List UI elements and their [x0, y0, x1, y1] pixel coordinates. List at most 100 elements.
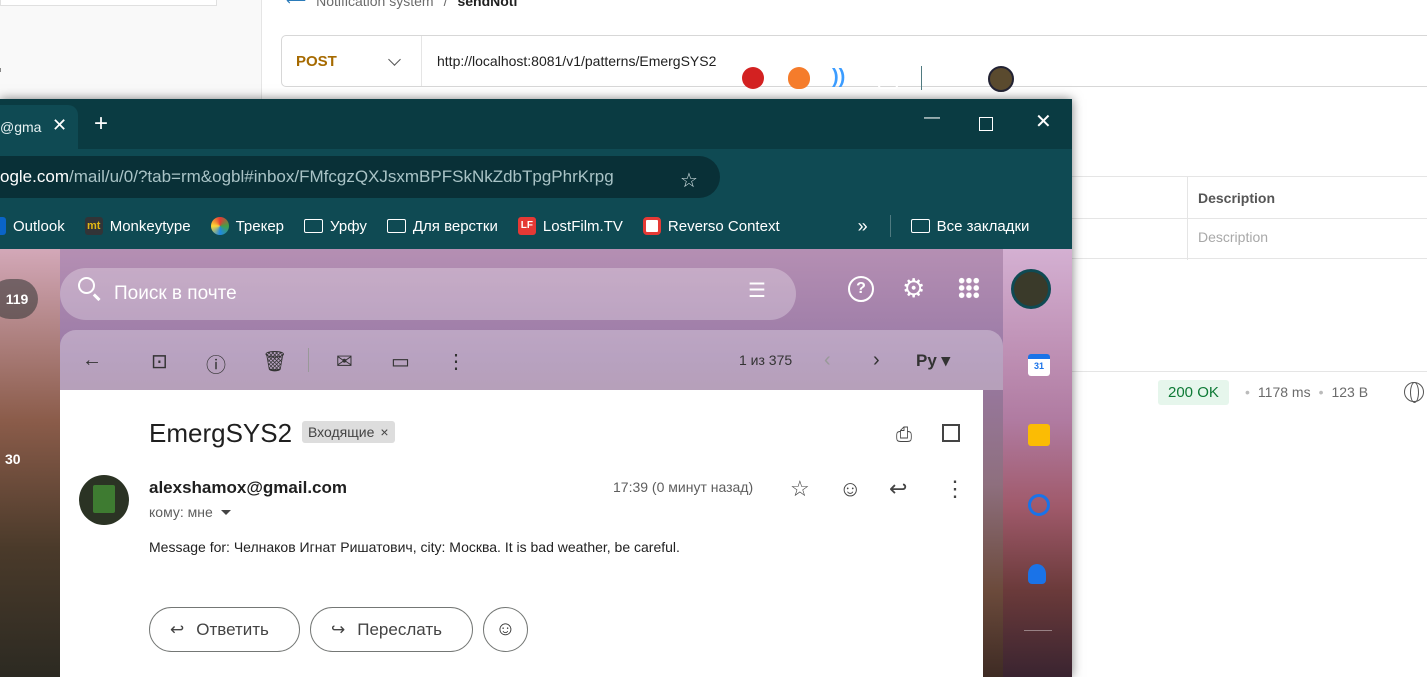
- count-label[interactable]: 30: [5, 451, 21, 467]
- bookmark-layout[interactable]: Для верстки: [386, 218, 498, 235]
- side-panel-divider: [1024, 630, 1052, 631]
- bookmark-urfu[interactable]: Урфу: [304, 218, 367, 235]
- contacts-icon[interactable]: [1028, 564, 1046, 584]
- account-avatar[interactable]: [1011, 269, 1051, 309]
- maximize-button[interactable]: [979, 117, 993, 131]
- forward-button[interactable]: ↪ Переслать: [310, 607, 473, 652]
- bookmark-lostfilm[interactable]: LF LostFilm.TV: [517, 217, 623, 235]
- bookmark-label: Monkeytype: [109, 217, 191, 235]
- recipient-text: кому: мне: [149, 504, 213, 520]
- tracker-icon: [210, 217, 229, 235]
- bookmark-label: Outlook: [13, 217, 65, 235]
- adblock-extension-icon[interactable]: [742, 67, 764, 89]
- lostfilm-icon: LF: [517, 217, 536, 235]
- bookmark-star-icon[interactable]: ☆: [680, 168, 698, 193]
- reverso-icon: [642, 217, 661, 235]
- sender-avatar[interactable]: [79, 475, 129, 525]
- tab-close-icon[interactable]: ✕: [52, 115, 67, 136]
- chevron-down-icon: [388, 52, 401, 66]
- gear-icon[interactable]: ⚙: [902, 273, 925, 304]
- bookmarks-overflow-icon[interactable]: »: [858, 216, 868, 237]
- url-input[interactable]: http://localhost:8081/v1/patterns/EmergS…: [422, 53, 716, 69]
- address-bar[interactable]: ogle.com/mail/u/0/?tab=rm&ogbl#inbox/FMf…: [0, 156, 720, 198]
- calendar-icon[interactable]: 31: [1028, 354, 1050, 376]
- method-select[interactable]: POST: [282, 36, 422, 86]
- caret-down-icon[interactable]: [220, 509, 231, 515]
- folder-icon: [386, 219, 406, 233]
- status-badge: 200 OK: [1158, 380, 1229, 405]
- new-tab-button[interactable]: +: [94, 110, 108, 138]
- tab-strip: @gma ✕ + — ✕: [0, 99, 1072, 149]
- recipient-details[interactable]: кому: мне: [149, 504, 231, 520]
- emoji-icon[interactable]: ☺: [839, 476, 861, 502]
- move-to-icon[interactable]: ▭: [391, 349, 410, 374]
- response-time[interactable]: 1178 ms: [1258, 384, 1311, 400]
- response-meta: • 1178 ms • 123 B: [1245, 384, 1368, 400]
- profile-avatar[interactable]: [988, 66, 1014, 92]
- download-icon[interactable]: ⤓: [944, 63, 954, 89]
- print-icon[interactable]: ⎙: [896, 424, 912, 447]
- fire-extension-icon[interactable]: [788, 67, 810, 89]
- extensions-puzzle-icon[interactable]: [878, 69, 898, 89]
- globe-icon[interactable]: [1404, 382, 1424, 403]
- archive-icon[interactable]: ⊡: [151, 349, 168, 374]
- mark-unread-icon[interactable]: ✉: [336, 349, 353, 374]
- breadcrumb: ⟵ Notification system / sendNoti: [286, 0, 517, 9]
- search-icon[interactable]: [78, 277, 95, 294]
- input-tools-button[interactable]: Ру ▾: [916, 351, 950, 371]
- url-path: /mail/u/0/?tab=rm&ogbl#inbox/FMfcgzQXJsx…: [68, 167, 614, 186]
- search-options-icon[interactable]: ☰: [748, 278, 766, 303]
- more-actions-icon[interactable]: ⋮: [944, 476, 966, 502]
- breadcrumb-separator: /: [443, 0, 448, 9]
- bookmark-label: Все закладки: [936, 217, 1030, 235]
- bookmark-reverso[interactable]: Reverso Context: [642, 217, 780, 235]
- reply-button[interactable]: ↩ Ответить: [149, 607, 300, 652]
- wave-extension-icon[interactable]: )): [832, 66, 845, 89]
- pager: 1 из 375: [739, 352, 793, 368]
- more-icon[interactable]: ⋮: [446, 349, 466, 374]
- toolbar-divider: [921, 66, 922, 90]
- background-right: [1003, 249, 1072, 677]
- inbox-label-chip[interactable]: Входящие ×: [302, 421, 395, 443]
- meta-separator: •: [1318, 384, 1324, 400]
- bookmark-outlook[interactable]: Outlook: [0, 217, 65, 235]
- back-icon[interactable]: ←: [82, 349, 102, 372]
- reply-icon[interactable]: ↩: [889, 476, 907, 502]
- bookmark-monkeytype[interactable]: mt Monkeytype: [84, 217, 191, 235]
- next-icon[interactable]: ›: [873, 349, 880, 372]
- star-icon[interactable]: ☆: [790, 476, 810, 502]
- meta-separator: •: [1245, 384, 1250, 400]
- bookmark-label: Урфу: [330, 217, 367, 235]
- response-divider: [1072, 371, 1427, 372]
- bookmarks-divider: [889, 215, 891, 237]
- bookmarks-bar: Outlook mt Monkeytype Трекер Урфу Для ве…: [0, 203, 1072, 249]
- reply-label: Ответить: [196, 619, 269, 639]
- report-spam-icon[interactable]: ⓘ: [206, 349, 226, 378]
- browser-toolbar: ogle.com/mail/u/0/?tab=rm&ogbl#inbox/FMf…: [0, 149, 1072, 203]
- emoji-react-button[interactable]: ☺: [483, 607, 528, 652]
- back-arrow-icon[interactable]: ⟵: [286, 0, 306, 9]
- breadcrumb-parent[interactable]: Notification system: [316, 0, 433, 9]
- folder-icon: [910, 219, 930, 233]
- open-new-window-icon[interactable]: [942, 424, 960, 442]
- bookmark-tracker[interactable]: Трекер: [210, 217, 284, 235]
- minimize-button[interactable]: —: [924, 109, 940, 127]
- delete-icon[interactable]: 🗑: [262, 349, 287, 374]
- description-input[interactable]: Description: [1198, 229, 1268, 245]
- mail-toolbar: [60, 330, 1003, 390]
- browser-menu-icon[interactable]: ⋮: [1040, 59, 1060, 79]
- folder-icon: [304, 219, 323, 233]
- bookmark-label: LostFilm.TV: [542, 217, 623, 235]
- response-size[interactable]: 123 B: [1331, 384, 1368, 400]
- sidebar-search-box[interactable]: [0, 0, 217, 6]
- bookmark-all[interactable]: Все закладки: [910, 217, 1030, 235]
- close-window-button[interactable]: ✕: [1035, 109, 1052, 134]
- sender-email[interactable]: alexshamox@gmail.com: [149, 478, 347, 498]
- prev-icon[interactable]: ‹: [824, 349, 831, 372]
- tasks-icon[interactable]: [1028, 494, 1050, 516]
- help-icon[interactable]: ?: [848, 276, 874, 302]
- mail-search-input[interactable]: Поиск в почте: [60, 268, 796, 320]
- keep-icon[interactable]: [1028, 424, 1050, 446]
- label-remove-icon[interactable]: ×: [380, 424, 388, 440]
- apps-grid-icon[interactable]: [958, 277, 980, 299]
